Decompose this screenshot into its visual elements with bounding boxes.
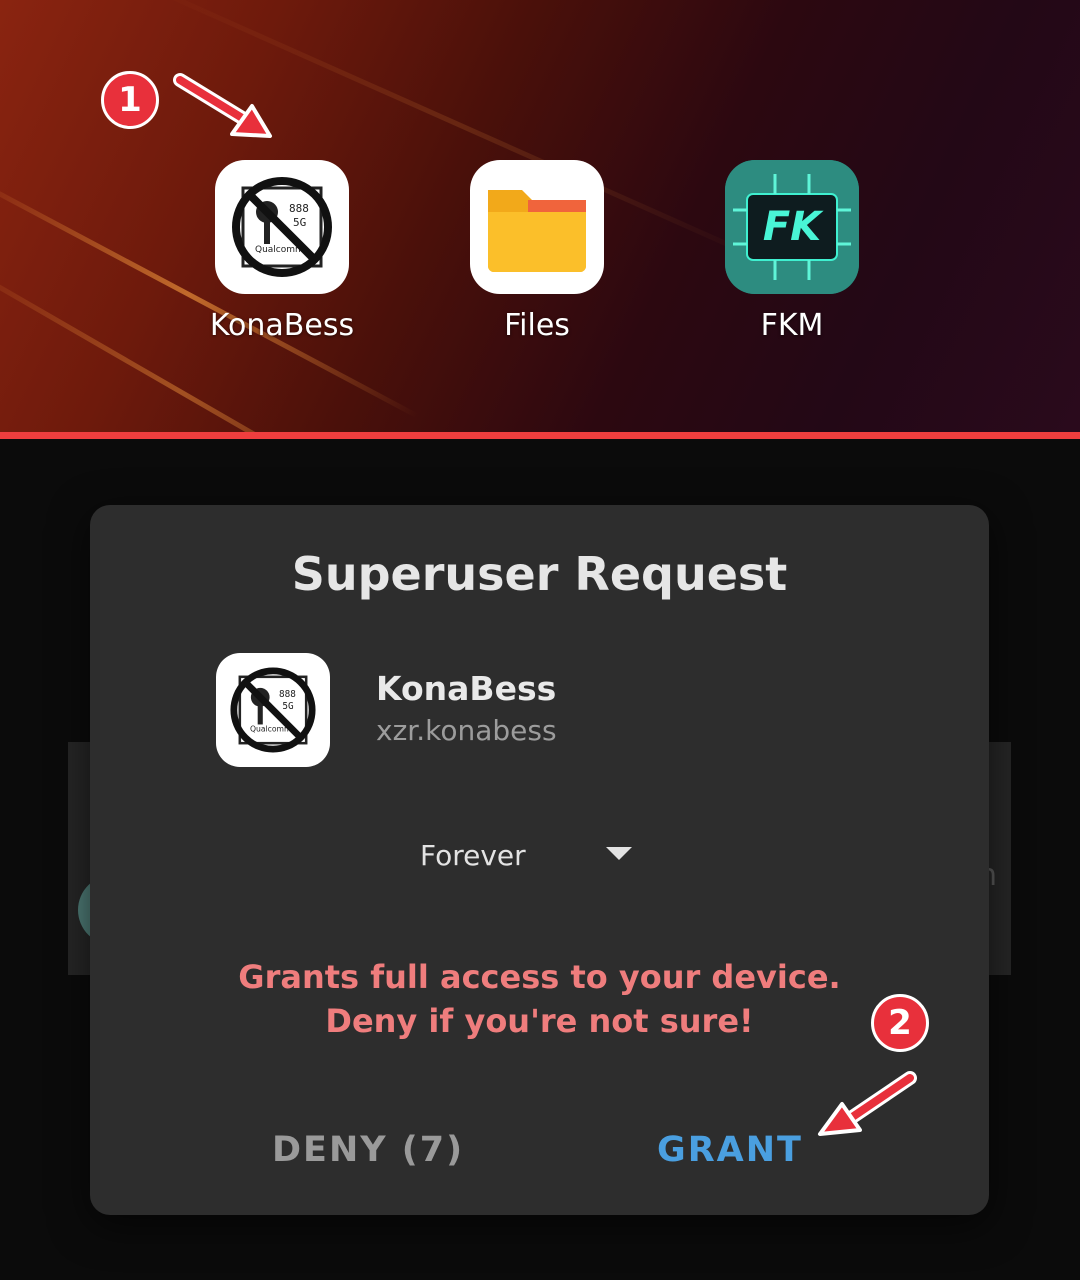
konabess-chip-icon: 888 5G Qualcomm <box>215 160 349 294</box>
step-badge-2: 2 <box>871 994 929 1052</box>
app-label: KonaBess <box>209 308 355 343</box>
app-fkm[interactable]: FK FKM <box>682 160 902 343</box>
warning-line: Grants full access to your device. <box>238 958 841 996</box>
svg-text:888: 888 <box>289 202 309 215</box>
screenshot-stage: 888 5G Qualcomm KonaBess Files FK FKM 1 … <box>0 0 1080 1280</box>
grant-button[interactable]: GRANT <box>657 1130 803 1170</box>
app-label: Files <box>504 308 570 343</box>
warning-message: Grants full access to your device. Deny … <box>90 955 989 1043</box>
svg-text:FK: FK <box>763 204 824 250</box>
requesting-app-package: xzr.konabess <box>376 714 557 747</box>
fkm-icon: FK <box>725 160 859 294</box>
caret-down-icon <box>606 847 632 860</box>
folder-icon <box>470 160 604 294</box>
warning-line: Deny if you're not sure! <box>325 1002 754 1040</box>
svg-text:5G: 5G <box>293 216 306 229</box>
section-divider <box>0 432 1080 439</box>
app-files[interactable]: Files <box>427 160 647 343</box>
step-badge-1: 1 <box>101 71 159 129</box>
app-label: FKM <box>760 308 824 343</box>
dialog-title: Superuser Request <box>291 547 788 601</box>
duration-dropdown[interactable]: Forever <box>420 835 640 875</box>
duration-selected: Forever <box>420 838 526 872</box>
requesting-app-name: KonaBess <box>376 669 557 708</box>
deny-button[interactable]: DENY (7) <box>272 1130 464 1170</box>
app-konabess[interactable]: 888 5G Qualcomm KonaBess <box>172 160 392 343</box>
konabess-chip-icon: 888 5G Qualcomm <box>216 653 330 767</box>
annotation-arrow-icon <box>173 73 272 138</box>
svg-text:888: 888 <box>279 689 296 700</box>
annotation-arrow-icon <box>818 1071 917 1136</box>
home-screen: 888 5G Qualcomm KonaBess Files FK FKM 1 <box>0 0 1080 432</box>
svg-text:5G: 5G <box>282 701 294 712</box>
